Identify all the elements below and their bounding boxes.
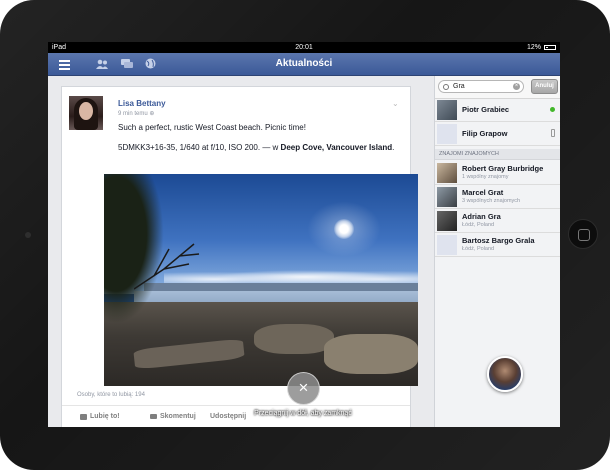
photo-sun — [334, 219, 354, 239]
location-link[interactable]: Deep Cove, Vancouver Island — [281, 143, 393, 152]
search-icon — [443, 84, 449, 90]
contact-subtitle: Łódź, Poland — [462, 246, 495, 252]
contact-name: Filip Grapow — [462, 129, 508, 138]
contact-row[interactable]: Adrian Gra Łódź, Poland — [435, 209, 560, 233]
section-header: ZNAJOMI ZNAJOMYCH — [435, 149, 560, 160]
contact-subtitle: Łódź, Poland — [462, 222, 495, 228]
location-suffix: . — [392, 143, 395, 152]
camera-info-text: 5DMKK3+16-35, 1/640 at f/10, ISO 200. — … — [118, 143, 281, 152]
post-options-chevron-icon[interactable]: ⌄ — [392, 99, 399, 108]
ipad-frame: iPad 20:01 12% Aktualności Lisa Bettany … — [0, 0, 610, 470]
clock: 20:01 — [295, 44, 313, 51]
like-label: Lubię to! — [90, 413, 120, 420]
screen: iPad 20:01 12% Aktualności Lisa Bettany … — [48, 42, 560, 427]
home-button[interactable] — [568, 219, 598, 249]
online-status-icon — [550, 107, 555, 112]
contact-subtitle: 1 wspólny znajomy — [462, 174, 509, 180]
post-time-text: 9 min temu — [118, 111, 148, 117]
contact-avatar — [437, 235, 457, 255]
author-name[interactable]: Lisa Bettany — [118, 99, 166, 108]
contact-avatar — [437, 100, 457, 120]
battery-indicator: 12% — [527, 42, 556, 53]
contact-row[interactable]: Robert Gray Burbridge 1 wspólny znajomy — [435, 161, 560, 185]
search-row: Gra × Anuluj — [435, 76, 560, 99]
page-title: Aktualności — [275, 58, 333, 69]
comment-icon — [150, 414, 157, 419]
photo-branches — [134, 243, 200, 290]
nav-bar: Aktualności — [48, 53, 560, 76]
clear-search-icon[interactable]: × — [513, 83, 520, 90]
comment-button[interactable]: Skomentuj — [150, 413, 196, 420]
battery-percent: 12% — [526, 44, 541, 51]
news-feed[interactable]: Lisa Bettany 9 min temu ⊕ ⌄ Such a perfe… — [48, 76, 433, 427]
search-value: Gra — [453, 83, 465, 90]
chat-head-avatar[interactable] — [487, 356, 523, 392]
likes-count[interactable]: Osoby, które to lubią: 194 — [77, 392, 145, 398]
public-globe-icon: ⊕ — [149, 111, 155, 117]
search-input[interactable]: Gra × — [438, 80, 524, 93]
cancel-button[interactable]: Anuluj — [531, 79, 558, 94]
photo-rock — [254, 324, 334, 354]
contact-name: Bartosz Bargo Grala — [462, 236, 535, 245]
contact-name: Robert Gray Burbridge — [462, 164, 544, 173]
contact-avatar — [437, 163, 457, 183]
contact-row[interactable]: Piotr Grabiec — [435, 98, 560, 122]
contact-avatar — [437, 124, 457, 144]
front-camera — [25, 232, 31, 238]
contact-row[interactable]: Filip Grapow — [435, 122, 560, 146]
post-photo[interactable] — [104, 174, 418, 386]
contact-name: Piotr Grabiec — [462, 105, 510, 114]
status-bar: iPad 20:01 12% — [48, 42, 560, 53]
like-button[interactable]: Lubię to! — [80, 413, 120, 420]
battery-icon — [544, 45, 556, 50]
close-hint: Przeciągnij w dół, aby zamknąć — [254, 410, 352, 417]
comment-label: Skomentuj — [160, 413, 196, 420]
post-camera-info: 5DMKK3+16-35, 1/640 at f/10, ISO 200. — … — [118, 142, 398, 153]
mobile-status-icon — [551, 129, 555, 137]
photo-rock — [324, 334, 418, 374]
contact-row[interactable]: Bartosz Bargo Grala Łódź, Poland — [435, 233, 560, 257]
feed-post: Lisa Bettany 9 min temu ⊕ ⌄ Such a perfe… — [61, 86, 418, 427]
post-text: Such a perfect, rustic West Coast beach.… — [118, 123, 306, 132]
close-button[interactable]: × — [287, 372, 320, 405]
contact-avatar — [437, 211, 457, 231]
contact-avatar — [437, 187, 457, 207]
contact-name: Adrian Gra — [462, 212, 501, 221]
author-avatar[interactable] — [69, 96, 103, 130]
contact-name: Marcel Grat — [462, 188, 504, 197]
thumbs-up-icon — [80, 413, 87, 420]
contact-subtitle: 3 wspólnych znajomych — [462, 198, 521, 204]
contact-row[interactable]: Marcel Grat 3 wspólnych znajomych — [435, 185, 560, 209]
post-time: 9 min temu ⊕ — [118, 110, 154, 117]
